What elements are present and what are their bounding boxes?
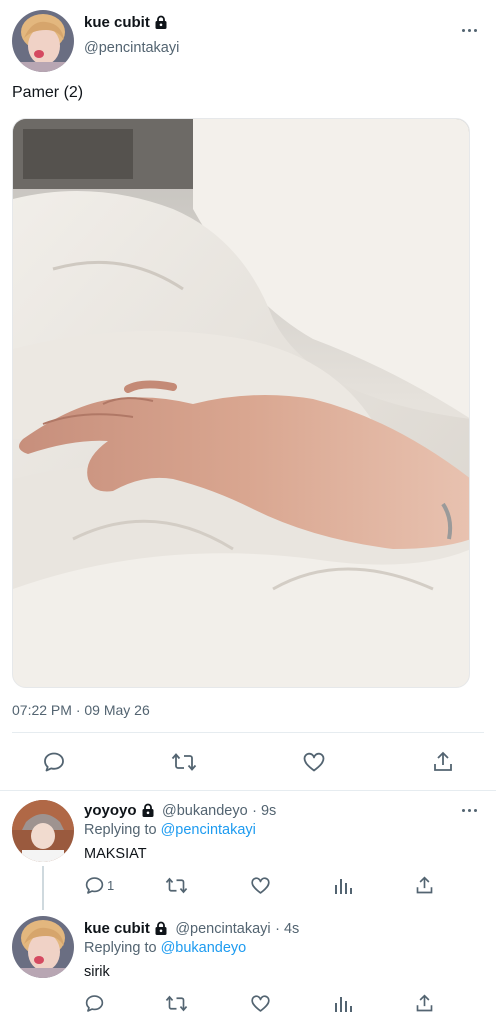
- reply-text: MAKSIAT: [84, 846, 147, 862]
- bar-chart-icon: [335, 879, 352, 894]
- like-button[interactable]: [250, 875, 271, 896]
- avatar[interactable]: [12, 10, 74, 72]
- display-name[interactable]: kue cubit: [84, 14, 150, 31]
- heart-icon: [251, 877, 270, 894]
- display-name[interactable]: yoyoyo: [84, 802, 137, 819]
- reply-count: 1: [107, 878, 115, 893]
- heart-icon: [251, 995, 270, 1012]
- lock-icon: [141, 803, 155, 822]
- tweet-timestamp[interactable]: 07:22 PM · 09 May 26: [12, 702, 150, 718]
- views-button[interactable]: [333, 876, 353, 896]
- share-button[interactable]: [431, 750, 455, 774]
- divider: [0, 790, 496, 791]
- reply-button[interactable]: [84, 993, 105, 1014]
- tweet-text: Pamer (2): [12, 84, 84, 101]
- speech-bubble-icon: [85, 995, 104, 1012]
- retweet-icon: [171, 753, 197, 771]
- reply-time[interactable]: · 9s: [252, 803, 276, 819]
- lock-icon: [154, 15, 168, 34]
- more-options-button[interactable]: [462, 25, 484, 35]
- retweet-icon: [165, 877, 188, 894]
- views-button[interactable]: [333, 994, 353, 1014]
- like-button[interactable]: [250, 993, 271, 1014]
- avatar[interactable]: [12, 800, 74, 862]
- user-handle[interactable]: @pencintakayi: [175, 921, 270, 937]
- more-options-button[interactable]: [462, 805, 484, 815]
- retweet-button[interactable]: [165, 875, 188, 896]
- tweet-photo[interactable]: [12, 118, 470, 688]
- replying-to-mention[interactable]: @bukandeyo: [161, 940, 247, 956]
- share-button[interactable]: [414, 875, 435, 896]
- replying-to-mention[interactable]: @pencintakayi: [161, 822, 256, 838]
- user-handle[interactable]: @pencintakayi: [84, 40, 179, 56]
- user-handle[interactable]: @bukandeyo: [162, 803, 248, 819]
- like-button[interactable]: [302, 750, 326, 774]
- reply-button[interactable]: 1: [84, 875, 114, 896]
- reply-time[interactable]: · 4s: [275, 921, 299, 937]
- lock-icon: [154, 921, 168, 940]
- retweet-icon: [165, 995, 188, 1012]
- replying-to-label: Replying to: [84, 822, 157, 838]
- bar-chart-icon: [335, 997, 352, 1012]
- retweet-button[interactable]: [171, 750, 197, 774]
- thread-connector: [42, 866, 44, 910]
- share-button[interactable]: [414, 993, 435, 1014]
- share-upload-icon: [434, 751, 452, 771]
- replying-to-label: Replying to: [84, 940, 157, 956]
- speech-bubble-icon: [85, 877, 104, 894]
- reply-text: sirik: [84, 964, 110, 980]
- divider: [12, 732, 484, 733]
- share-upload-icon: [416, 994, 433, 1012]
- avatar[interactable]: [12, 916, 74, 978]
- speech-bubble-icon: [44, 752, 64, 772]
- share-upload-icon: [416, 876, 433, 894]
- heart-icon: [303, 752, 325, 772]
- retweet-button[interactable]: [165, 993, 188, 1014]
- reply-button[interactable]: [42, 750, 66, 774]
- display-name[interactable]: kue cubit: [84, 920, 150, 937]
